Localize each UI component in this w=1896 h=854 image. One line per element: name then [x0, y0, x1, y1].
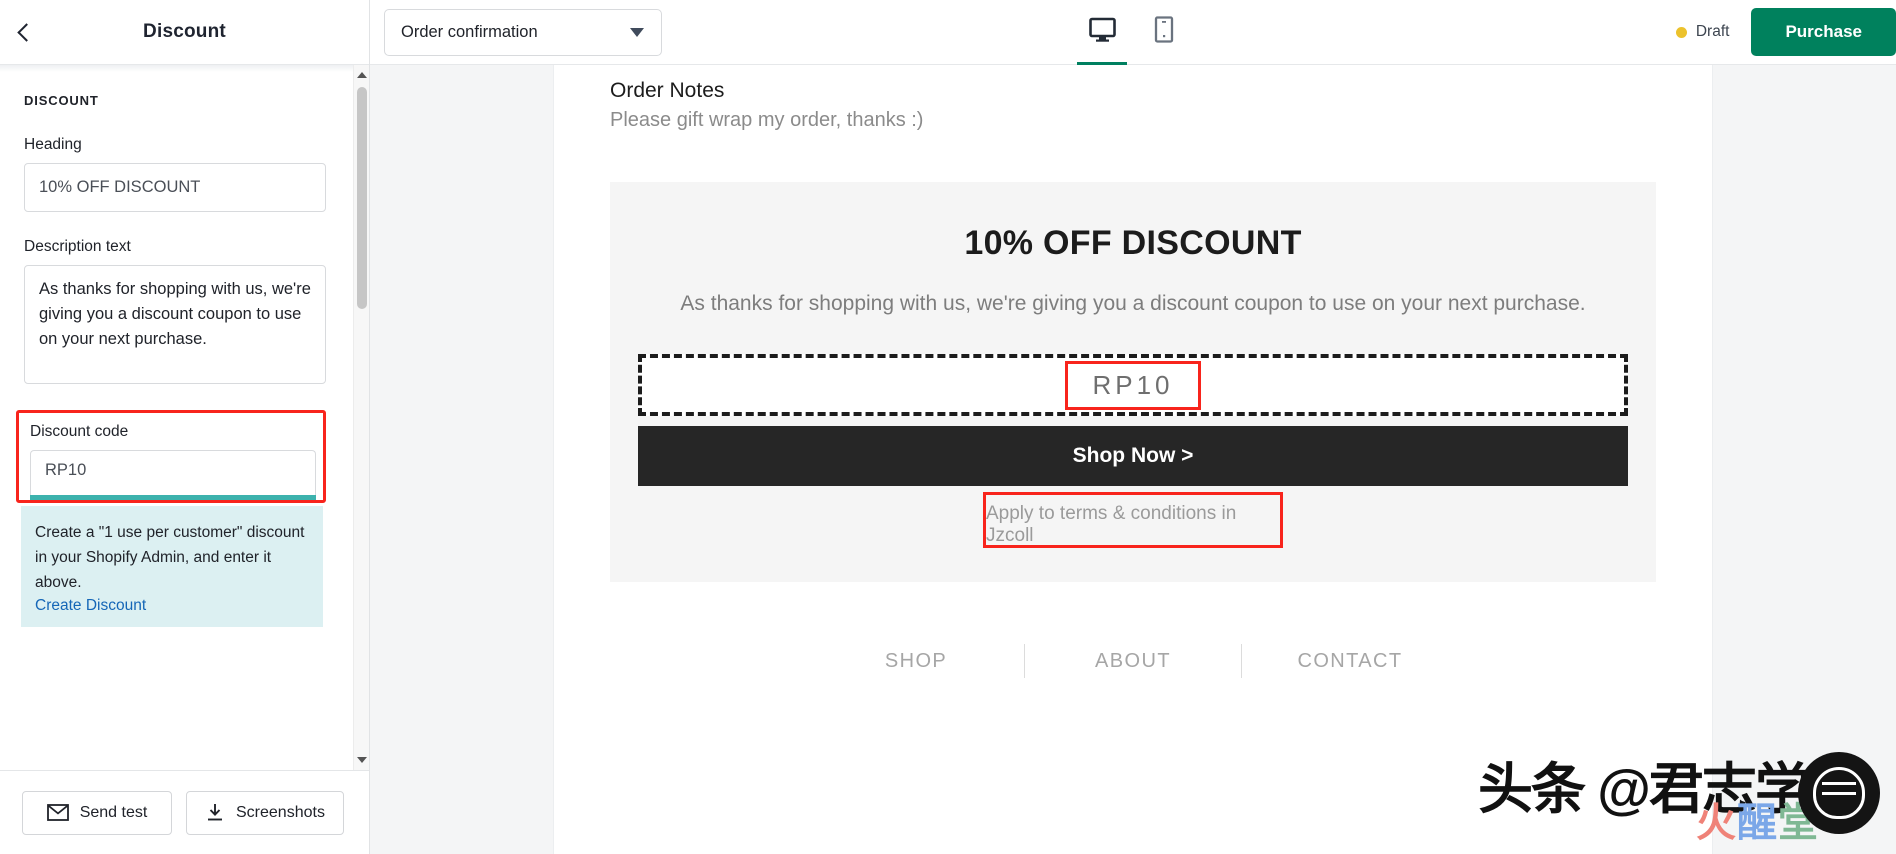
shop-now-button[interactable]: Shop Now >	[638, 426, 1628, 486]
discount-code-field-label: Discount code	[30, 423, 129, 440]
order-notes-title: Order Notes	[610, 79, 725, 102]
device-preview-tabs	[1071, 0, 1195, 65]
discount-description: As thanks for shopping with us, we're gi…	[680, 292, 1586, 315]
editor-topbar: Order confirmation Draft Purchase	[370, 0, 1896, 65]
heading-field: Heading 10% OFF DISCOUNT	[24, 136, 345, 212]
coupon-code-text: RP10	[1092, 369, 1174, 400]
status-badge: Draft	[1675, 23, 1730, 41]
sidebar-footer: Send test Screenshots	[0, 770, 369, 854]
discount-heading: 10% OFF DISCOUNT	[964, 224, 1302, 262]
email-editor-app: Discount DISCOUNT Heading 10% OFF DISCOU…	[0, 0, 1896, 854]
triangle-down-icon	[357, 757, 367, 763]
watermark-badge-icon	[1798, 752, 1880, 834]
envelope-icon	[46, 804, 69, 821]
description-textarea[interactable]: As thanks for shopping with us, we're gi…	[24, 265, 326, 384]
chevron-left-icon	[16, 22, 36, 42]
discount-block[interactable]: 10% OFF DISCOUNT As thanks for shopping …	[610, 182, 1656, 582]
main-area: Order confirmation Draft Purchase Order …	[370, 0, 1896, 854]
chevron-down-icon	[630, 27, 644, 37]
email-footer-nav: SHOP ABOUT CONTACT	[610, 644, 1656, 708]
back-button[interactable]	[0, 0, 52, 65]
coupon-code-highlight: RP10	[1065, 360, 1201, 410]
section-label-discount: DISCOUNT	[24, 93, 99, 108]
scroll-down-button[interactable]	[354, 752, 369, 768]
email-preview-viewport: Order Notes Please gift wrap my order, t…	[370, 65, 1896, 854]
scroll-top-shadow	[0, 65, 369, 72]
description-field: Description text As thanks for shopping …	[24, 238, 345, 384]
sidebar-scroll-area: DISCOUNT Heading 10% OFF DISCOUNT Descri…	[0, 65, 369, 770]
screenshots-button[interactable]: Screenshots	[186, 790, 344, 835]
template-select[interactable]: Order confirmation	[384, 8, 662, 56]
footer-link-shop[interactable]: SHOP	[808, 650, 1024, 673]
footer-link-contact[interactable]: CONTACT	[1242, 650, 1458, 673]
sidebar-scrollbar[interactable]	[353, 65, 369, 770]
scroll-up-button[interactable]	[354, 67, 369, 83]
status-dot-icon	[1675, 26, 1687, 38]
discount-code-field-highlight: Discount code RP10	[16, 410, 326, 503]
order-notes-body: Please gift wrap my order, thanks :)	[610, 109, 924, 131]
discount-info-text: Create a "1 use per customer" discount i…	[35, 524, 305, 591]
status-label: Draft	[1695, 23, 1730, 40]
discount-code-input[interactable]: RP10	[30, 450, 316, 495]
download-icon	[205, 803, 225, 822]
tab-mobile-preview[interactable]	[1133, 0, 1195, 65]
discount-settings-form: DISCOUNT Heading 10% OFF DISCOUNT Descri…	[0, 65, 369, 627]
watermark-sub-text: 火醒堂	[1696, 790, 1819, 848]
discount-info-banner: Create a "1 use per customer" discount i…	[21, 506, 323, 627]
mobile-phone-icon	[1154, 16, 1174, 48]
screenshots-label: Screenshots	[236, 803, 325, 821]
send-test-button[interactable]: Send test	[22, 790, 172, 835]
create-discount-link[interactable]: Create Discount	[35, 597, 146, 615]
watermark-sub-2: 醒	[1737, 801, 1778, 845]
desktop-monitor-icon	[1088, 17, 1116, 47]
triangle-up-icon	[357, 72, 367, 78]
terms-highlight[interactable]: Apply to terms & conditions in Jzcoll	[983, 492, 1283, 548]
discount-code-focus-underline	[30, 495, 316, 500]
sidebar-header: Discount	[0, 0, 369, 65]
purchase-button[interactable]: Purchase	[1751, 8, 1896, 56]
template-select-value: Order confirmation	[401, 22, 538, 41]
terms-row: Apply to terms & conditions in Jzcoll	[638, 492, 1628, 548]
footer-link-about[interactable]: ABOUT	[1025, 650, 1241, 673]
terms-text: Apply to terms & conditions in Jzcoll	[986, 503, 1237, 546]
watermark-badge-glyph	[1813, 767, 1865, 819]
settings-sidebar: Discount DISCOUNT Heading 10% OFF DISCOU…	[0, 0, 370, 854]
topbar-actions: Draft Purchase	[1675, 0, 1896, 65]
page-title: Discount	[143, 21, 226, 42]
send-test-label: Send test	[79, 803, 148, 821]
email-canvas: Order Notes Please gift wrap my order, t…	[553, 65, 1713, 854]
heading-field-label: Heading	[24, 136, 82, 153]
scrollbar-thumb[interactable]	[357, 87, 367, 309]
tab-desktop-preview[interactable]	[1071, 0, 1133, 65]
coupon-dashed-container: RP10	[638, 354, 1628, 416]
heading-input[interactable]: 10% OFF DISCOUNT	[24, 163, 326, 212]
watermark-sub-3: 堂	[1778, 801, 1819, 845]
description-field-label: Description text	[24, 238, 131, 255]
